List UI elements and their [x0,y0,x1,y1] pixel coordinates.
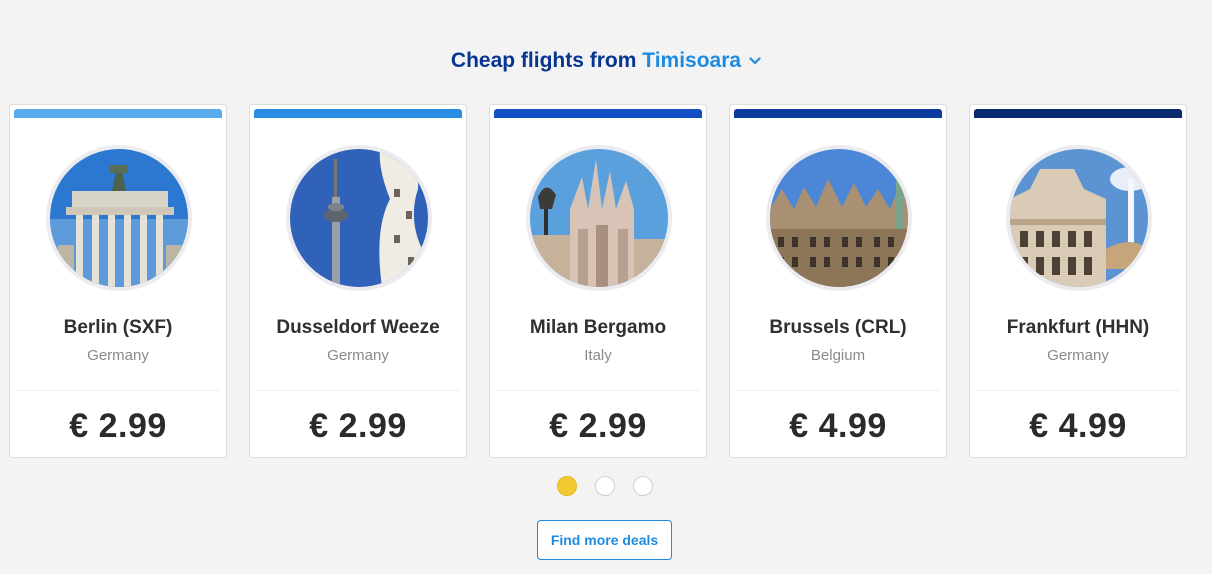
card-color-bar [974,109,1182,118]
destination-name: Berlin (SXF) [63,317,173,338]
chevron-down-icon[interactable] [749,47,761,71]
grand-place-photo [766,145,912,291]
destination-country: Germany [1047,347,1109,364]
rhine-tower-photo [286,145,432,291]
destination-country: Italy [584,347,612,364]
find-more-deals-button[interactable]: Find more deals [537,520,672,560]
card-divider [16,390,220,391]
card-divider [256,390,460,391]
destination-country: Belgium [810,347,866,364]
brandenburg-gate-photo [46,145,192,291]
title-prefix: Cheap flights from [450,49,637,72]
destination-price: € 2.99 [309,407,407,445]
destination-price: € 2.99 [549,407,647,445]
section-title: Cheap flights from Timisoara [0,47,1212,73]
card-color-bar [734,109,942,118]
destination-country: Germany [327,347,389,364]
destination-name: Brussels (CRL) [769,317,907,338]
destination-country: Germany [87,347,149,364]
card-color-bar [14,109,222,118]
card-divider [976,390,1180,391]
destination-card-brussels[interactable]: Brussels (CRL) Belgium € 4.99 [729,104,947,458]
destination-name: Dusseldorf Weeze [276,317,440,338]
pagination-dot-1[interactable] [557,476,577,496]
destination-name: Frankfurt (HHN) [1006,317,1150,338]
destination-card-dusseldorf[interactable]: Dusseldorf Weeze Germany € 2.99 [249,104,467,458]
destination-card-frankfurt[interactable]: Frankfurt (HHN) Germany € 4.99 [969,104,1187,458]
destination-card-milan[interactable]: Milan Bergamo Italy € 2.99 [489,104,707,458]
pagination-dot-3[interactable] [633,476,653,496]
alte-oper-photo [1006,145,1152,291]
pagination-dot-2[interactable] [595,476,615,496]
card-color-bar [254,109,462,118]
destination-price: € 4.99 [789,407,887,445]
origin-city-selector[interactable]: Timisoara [642,49,741,72]
destination-card-berlin[interactable]: Berlin (SXF) Germany € 2.99 [9,104,227,458]
destination-price: € 2.99 [69,407,167,445]
card-divider [736,390,940,391]
destination-price: € 4.99 [1029,407,1127,445]
destination-name: Milan Bergamo [529,317,667,338]
card-divider [496,390,700,391]
milan-cathedral-photo [526,145,672,291]
card-color-bar [494,109,702,118]
